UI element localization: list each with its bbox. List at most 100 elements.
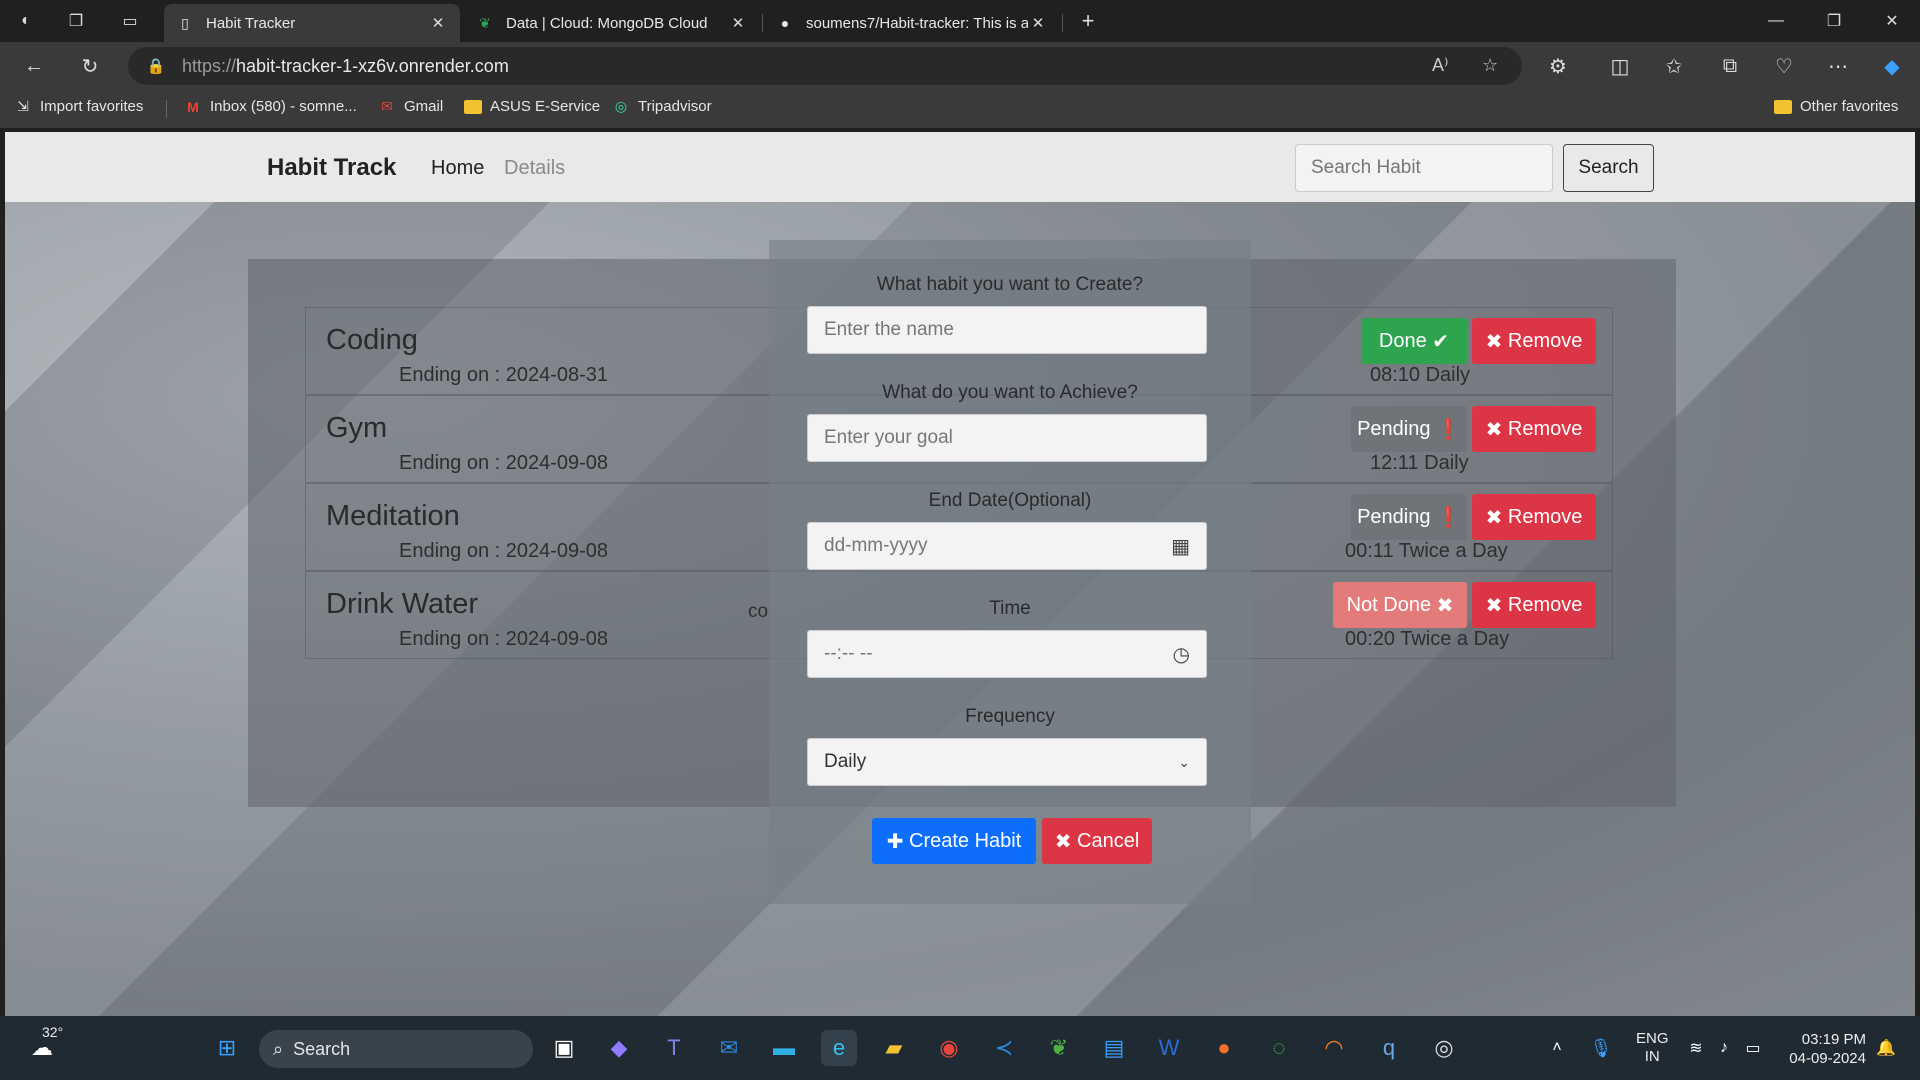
- x-icon: ✖: [1485, 506, 1503, 529]
- close-tab-icon[interactable]: ✕: [1028, 14, 1048, 32]
- not-done-button[interactable]: Not Done ✖: [1333, 582, 1467, 628]
- desktop-icon[interactable]: ▬: [766, 1030, 802, 1066]
- remove-button[interactable]: ✖ Remove: [1472, 406, 1596, 452]
- mongodb-leaf-icon: ❦: [479, 14, 491, 31]
- word-icon[interactable]: W: [1151, 1030, 1187, 1066]
- copilot-app-icon[interactable]: ◆: [601, 1030, 637, 1066]
- workspaces-icon[interactable]: ❐: [60, 7, 92, 35]
- minimize-icon[interactable]: —: [1748, 0, 1804, 42]
- copilot-icon[interactable]: ◆: [1874, 50, 1910, 82]
- calendar-icon[interactable]: ▦: [1171, 534, 1190, 559]
- collections-icon[interactable]: ⧉: [1712, 50, 1748, 82]
- create-habit-form: What habit you want to Create? Enter the…: [769, 240, 1251, 904]
- time-input[interactable]: --:-- -- ◷: [807, 630, 1207, 678]
- favorite-star-icon[interactable]: ☆: [1482, 55, 1498, 76]
- lock-icon[interactable]: 🔒: [136, 57, 176, 75]
- bookmark-asus[interactable]: ASUS E-Service: [464, 98, 600, 115]
- end-date-input[interactable]: dd-mm-yyyy ▦: [807, 522, 1207, 570]
- restore-icon[interactable]: ❐: [1806, 0, 1862, 42]
- browser-essentials-icon[interactable]: ♡: [1766, 50, 1802, 82]
- more-options-icon[interactable]: ⋯: [1820, 50, 1856, 82]
- close-window-icon[interactable]: ✕: [1864, 0, 1920, 42]
- vscode-icon[interactable]: ≺: [986, 1030, 1022, 1066]
- notifications-icon[interactable]: 🔔: [1872, 1030, 1900, 1066]
- x-icon: ✖: [1436, 594, 1454, 617]
- postman-icon[interactable]: ●: [1206, 1030, 1242, 1066]
- pending-button[interactable]: Pending ❗: [1351, 494, 1467, 540]
- wifi-icon[interactable]: ≋: [1684, 1030, 1708, 1066]
- pending-button[interactable]: Pending ❗: [1351, 406, 1467, 452]
- cancel-button[interactable]: ✖ Cancel: [1042, 818, 1152, 864]
- tab-mongodb[interactable]: ❦ Data | Cloud: MongoDB Cloud ✕: [464, 4, 760, 42]
- tab-actions-icon[interactable]: ▭: [114, 7, 146, 35]
- obs-icon[interactable]: ◎: [1426, 1030, 1462, 1066]
- x-icon: ✖: [1485, 418, 1503, 441]
- read-aloud-icon[interactable]: A⁾: [1432, 55, 1448, 76]
- clock-icon[interactable]: ◷: [1173, 642, 1190, 667]
- qbittorrent-icon[interactable]: q: [1371, 1030, 1407, 1066]
- refresh-icon[interactable]: ↻: [72, 50, 108, 82]
- clock[interactable]: 03:19 PM 04-09-2024: [1786, 1030, 1866, 1068]
- remove-button[interactable]: ✖ Remove: [1472, 494, 1596, 540]
- remove-button[interactable]: ✖ Remove: [1472, 318, 1596, 364]
- tab-habit-tracker[interactable]: ▯ Habit Tracker ✕: [164, 4, 460, 42]
- time-placeholder: --:-- --: [824, 643, 873, 664]
- bookmark-inbox[interactable]: M Inbox (580) - somne...: [184, 98, 357, 115]
- search-input[interactable]: Search Habit: [1295, 144, 1553, 192]
- profile-icon[interactable]: ◐: [10, 7, 42, 35]
- task-view-icon[interactable]: ▣: [546, 1030, 582, 1066]
- language-indicator[interactable]: ENG IN: [1636, 1030, 1669, 1066]
- search-button[interactable]: Search: [1563, 144, 1654, 192]
- habit-name: Drink Water: [326, 588, 478, 620]
- close-tab-icon[interactable]: ✕: [428, 14, 448, 32]
- teams-icon[interactable]: T: [656, 1030, 692, 1066]
- bookmark-import-favorites[interactable]: ⇲ Import favorites: [14, 98, 143, 115]
- show-hidden-icons[interactable]: ˄: [1544, 1030, 1570, 1066]
- windows-start-icon[interactable]: ⊞: [209, 1030, 245, 1066]
- taskbar-search-label: Search: [293, 1038, 351, 1059]
- file-explorer-icon[interactable]: ▰: [876, 1030, 912, 1066]
- refresh-app-icon[interactable]: ◌: [1261, 1030, 1297, 1066]
- extensions-icon[interactable]: ⚙: [1540, 50, 1576, 82]
- battery-icon[interactable]: ▭: [1740, 1030, 1766, 1066]
- remove-label: Remove: [1507, 329, 1583, 352]
- bookmark-label: Other favorites: [1800, 98, 1899, 115]
- goal-input[interactable]: Enter your goal: [807, 414, 1207, 462]
- remove-button[interactable]: ✖ Remove: [1472, 582, 1596, 628]
- microphone-icon[interactable]: 🎙: [1588, 1030, 1614, 1066]
- tab-divider: [1062, 14, 1063, 32]
- volume-icon[interactable]: ♪: [1712, 1030, 1736, 1066]
- bookmark-other-favorites[interactable]: Other favorites: [1774, 98, 1898, 115]
- tab-github[interactable]: ● soumens7/Habit-tracker: This is a ✕: [764, 4, 1060, 42]
- notepad-icon[interactable]: ▤: [1096, 1030, 1132, 1066]
- taskbar-search[interactable]: ⌕ Search: [259, 1030, 533, 1068]
- bookmark-gmail[interactable]: ✉ Gmail: [378, 98, 443, 115]
- habit-name: Coding: [326, 324, 418, 356]
- nav-home[interactable]: Home: [431, 157, 484, 180]
- create-label: Create Habit: [909, 829, 1022, 852]
- jupyter-icon[interactable]: ◠: [1316, 1030, 1352, 1066]
- x-icon: ✖: [1054, 830, 1072, 853]
- split-screen-icon[interactable]: ◫: [1602, 50, 1638, 82]
- new-tab-icon[interactable]: +: [1072, 7, 1104, 35]
- favorites-icon[interactable]: ✩: [1656, 50, 1692, 82]
- done-button[interactable]: Done ✔: [1361, 318, 1467, 364]
- chrome-icon[interactable]: ◉: [931, 1030, 967, 1066]
- mail-app-icon[interactable]: ✉: [711, 1030, 747, 1066]
- site-brand[interactable]: Habit Track: [267, 154, 396, 182]
- edge-icon[interactable]: e: [821, 1030, 857, 1066]
- check-icon: ✔: [1432, 330, 1450, 353]
- habit-name-input[interactable]: Enter the name: [807, 306, 1207, 354]
- goal-question: What do you want to Achieve?: [882, 382, 1138, 403]
- back-icon[interactable]: ←: [16, 50, 52, 82]
- mongodb-compass-icon[interactable]: ❦: [1041, 1030, 1077, 1066]
- close-tab-icon[interactable]: ✕: [728, 14, 748, 32]
- address-bar[interactable]: 🔒 https:// habit-tracker-1-xz6v.onrender…: [128, 47, 1522, 85]
- create-habit-button[interactable]: ✚ Create Habit: [872, 818, 1036, 864]
- remove-label: Remove: [1507, 593, 1583, 616]
- nav-details[interactable]: Details: [504, 157, 565, 180]
- frequency-select[interactable]: Daily ⌄: [807, 738, 1207, 786]
- github-icon: ●: [780, 15, 790, 31]
- tab-label: soumens7/Habit-tracker: This is a: [806, 14, 1028, 32]
- bookmark-tripadvisor[interactable]: ◎ Tripadvisor: [612, 98, 712, 115]
